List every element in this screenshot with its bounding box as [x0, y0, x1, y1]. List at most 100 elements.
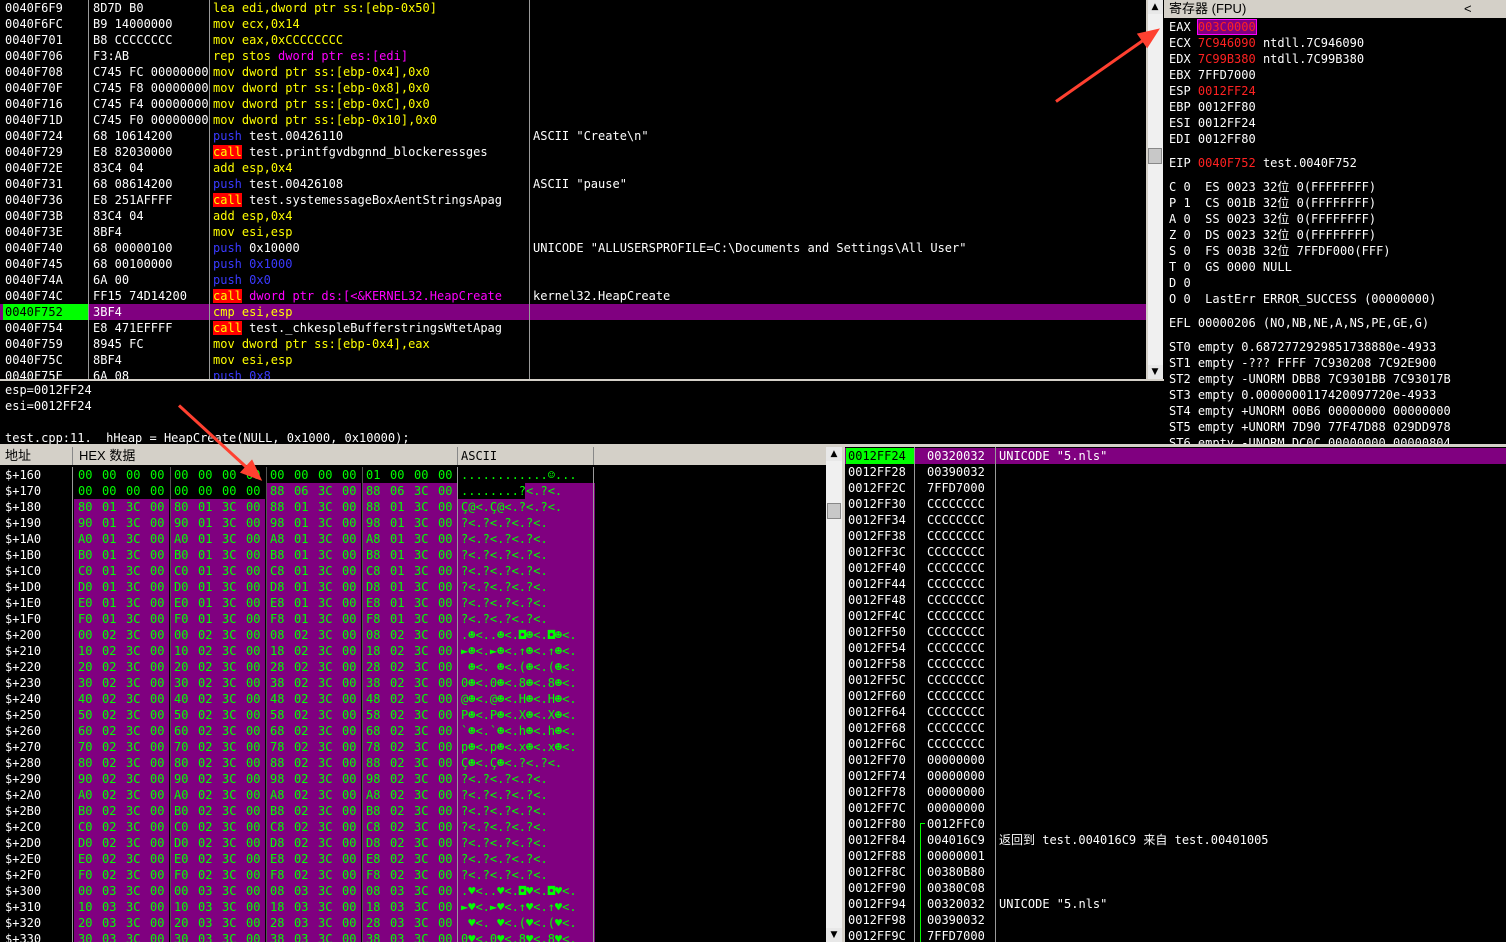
dump-byte[interactable]: 03 [290, 899, 314, 915]
dump-byte[interactable]: 02 [290, 771, 314, 787]
collapse-icon[interactable]: < [1464, 0, 1472, 18]
dump-pane[interactable]: 地址 HEX 数据 ASCII $+160 00 00 00 00 00 00 00 00 00 0… [0, 447, 826, 942]
dump-byte[interactable]: B8 [362, 803, 386, 819]
dump-byte[interactable]: 00 [434, 723, 457, 739]
dump-byte[interactable]: 3C [410, 723, 434, 739]
dump-byte[interactable]: 03 [98, 899, 122, 915]
flag-row[interactable]: O 0 LastErr ERROR_SUCCESS (00000000) [1169, 291, 1436, 307]
dump-address[interactable]: $+180 [5, 499, 71, 515]
stack-value[interactable]: 0012FFC0 [927, 816, 993, 832]
dump-byte[interactable]: 00 [170, 627, 194, 643]
dump-byte[interactable]: 00 [242, 883, 265, 899]
dump-byte[interactable]: 02 [194, 787, 218, 803]
stack-value[interactable]: CCCCCCCC [927, 528, 993, 544]
disasm-row[interactable]: 0040F6F9 8D7D B0 lea edi,dword ptr ss:[ebp… [0, 0, 1146, 16]
dump-byte[interactable]: D8 [362, 835, 386, 851]
stack-row[interactable]: 0012FF48 CCCCCCCC [845, 592, 1506, 608]
dump-byte[interactable]: 00 [74, 483, 98, 499]
stack-address[interactable]: 0012FF38 [846, 528, 914, 544]
disasm-row[interactable]: 0040F740 68 00000100 push 0x10000 UNICODE "… [0, 240, 1146, 256]
dump-byte[interactable]: 00 [242, 515, 265, 531]
stack-value[interactable]: 7FFD7000 [927, 480, 993, 496]
dump-byte[interactable]: C8 [266, 819, 290, 835]
register-value[interactable]: 7C946090 [1198, 36, 1256, 50]
dump-byte[interactable]: 3C [122, 915, 146, 931]
disasm-row[interactable]: 0040F73B 83C4 04 add esp,0x4 [0, 208, 1146, 224]
dump-byte[interactable]: F8 [266, 611, 290, 627]
dump-byte[interactable]: 01 [386, 611, 410, 627]
dump-byte[interactable]: 3C [314, 579, 338, 595]
disasm-scrollbar[interactable]: ▲ ▼ [1147, 0, 1163, 379]
dump-byte[interactable]: 08 [362, 627, 386, 643]
disasm-row[interactable]: 0040F70F C745 F8 00000000 mov dword ptr ss… [0, 80, 1146, 96]
dump-byte[interactable]: 00 [338, 899, 361, 915]
register-value[interactable]: 0012FF80 [1198, 132, 1256, 146]
dump-address[interactable]: $+250 [5, 707, 71, 723]
dump-byte[interactable]: D0 [74, 835, 98, 851]
dump-byte[interactable]: 00 [338, 835, 361, 851]
dump-byte[interactable]: 3C [122, 691, 146, 707]
dump-byte[interactable]: 01 [290, 595, 314, 611]
stack-row[interactable]: 0012FF80 0012FFC0 [845, 816, 1506, 832]
dump-byte[interactable]: 01 [98, 579, 122, 595]
register-value[interactable]: 7C99B380 [1198, 52, 1256, 66]
dump-byte[interactable]: 03 [194, 931, 218, 942]
dump-row[interactable]: $+220 20 02 3C 00 20 02 3C 00 28 02 3C 00 28 02 3C 00 ☻<… [0, 659, 826, 675]
dump-byte[interactable]: 03 [194, 883, 218, 899]
dump-byte[interactable]: 00 [74, 883, 98, 899]
dump-byte[interactable]: 3C [314, 819, 338, 835]
disasm-row[interactable]: 0040F73E 8BF4 mov esi,esp [0, 224, 1146, 240]
disasm-address[interactable]: 0040F759 [3, 336, 89, 352]
stack-value[interactable]: 00390032 [927, 912, 993, 928]
stack-row[interactable]: 0012FF54 CCCCCCCC [845, 640, 1506, 656]
dump-byte[interactable]: 00 [74, 627, 98, 643]
dump-byte[interactable]: 02 [386, 627, 410, 643]
scroll-up-icon[interactable]: ▲ [826, 447, 842, 461]
dump-byte[interactable]: 18 [266, 899, 290, 915]
dump-byte[interactable]: 48 [362, 691, 386, 707]
dump-byte[interactable]: 3C [314, 659, 338, 675]
stack-row[interactable]: 0012FF50 CCCCCCCC [845, 624, 1506, 640]
dump-byte[interactable]: 90 [74, 771, 98, 787]
dump-byte[interactable]: 3C [218, 675, 242, 691]
dump-byte[interactable]: 00 [170, 883, 194, 899]
dump-byte[interactable]: 00 [338, 563, 361, 579]
dump-row[interactable]: $+290 90 02 3C 00 90 02 3C 00 98 02 3C 00 98 02 3C 00 ?<.… [0, 771, 826, 787]
dump-byte[interactable]: 3C [218, 579, 242, 595]
dump-byte[interactable]: 00 [434, 883, 457, 899]
dump-byte[interactable]: 02 [290, 787, 314, 803]
disasm-row[interactable]: 0040F731 68 08614200 push test.00426108 ASC… [0, 176, 1146, 192]
dump-byte[interactable]: 00 [338, 787, 361, 803]
dump-address[interactable]: $+270 [5, 739, 71, 755]
dump-byte[interactable]: 02 [98, 643, 122, 659]
dump-byte[interactable]: 3C [314, 787, 338, 803]
dump-byte[interactable]: 02 [290, 643, 314, 659]
dump-byte[interactable]: 3C [314, 499, 338, 515]
disassembly-rows[interactable]: 0040F6F9 8D7D B0 lea edi,dword ptr ss:[ebp… [0, 0, 1146, 379]
dump-byte[interactable]: 00 [242, 787, 265, 803]
dump-address[interactable]: $+2D0 [5, 835, 71, 851]
disasm-address[interactable]: 0040F73E [3, 224, 89, 240]
disasm-row[interactable]: 0040F716 C745 F4 00000000 mov dword ptr ss… [0, 96, 1146, 112]
dump-byte[interactable]: 3C [410, 771, 434, 787]
dump-byte[interactable]: 98 [362, 771, 386, 787]
dump-byte[interactable]: 00 [146, 499, 169, 515]
dump-byte[interactable]: 00 [338, 691, 361, 707]
dump-byte[interactable]: 03 [386, 883, 410, 899]
dump-byte[interactable]: 38 [362, 675, 386, 691]
dump-header-address[interactable]: 地址 [5, 447, 31, 465]
dump-byte[interactable]: 3C [314, 723, 338, 739]
dump-byte[interactable]: 3C [218, 707, 242, 723]
dump-byte[interactable]: 3C [218, 595, 242, 611]
dump-byte[interactable]: 00 [146, 483, 169, 499]
dump-byte[interactable]: C8 [362, 819, 386, 835]
disasm-row[interactable]: 0040F736 E8 251AFFFF call test.systemessag… [0, 192, 1146, 208]
dump-header-hex[interactable]: HEX 数据 [79, 447, 135, 465]
dump-byte[interactable]: C0 [170, 563, 194, 579]
dump-byte[interactable]: 03 [290, 931, 314, 942]
dump-byte[interactable]: A0 [74, 531, 98, 547]
dump-byte[interactable]: 00 [122, 483, 146, 499]
dump-byte[interactable]: 01 [194, 499, 218, 515]
dump-byte[interactable]: 02 [98, 867, 122, 883]
fpu-row[interactable]: ST6 empty -UNORM DC0C 00000000 00000804 [1169, 435, 1451, 444]
